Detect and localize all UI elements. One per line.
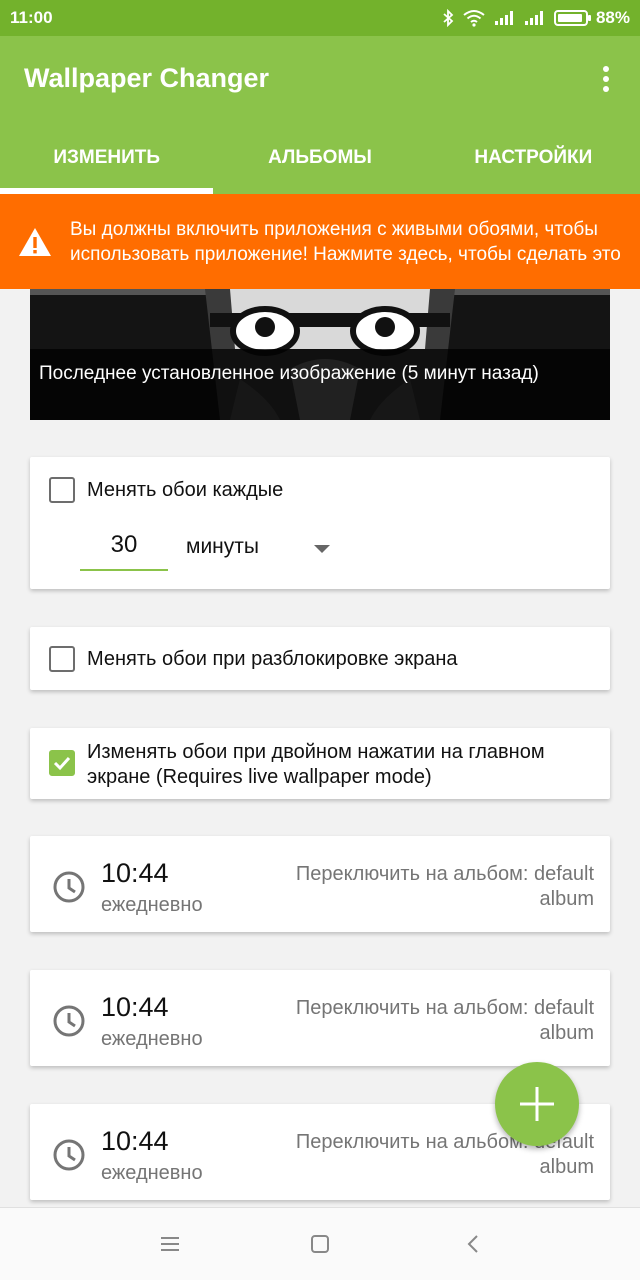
tab-bar: ИЗМЕНИТЬ АЛЬБОМЫ НАСТРОЙКИ	[0, 136, 640, 194]
more-vert-icon[interactable]	[594, 66, 618, 94]
schedule-action: Переключить на альбом: default album	[295, 863, 594, 910]
add-schedule-button[interactable]	[495, 1062, 579, 1146]
schedule-card[interactable]: 10:44 ежедневно Переключить на альбом: d…	[30, 970, 610, 1066]
interval-unit-select[interactable]: минуты	[186, 535, 259, 559]
last-wallpaper-preview[interactable]: Последнее установленное изображение (5 м…	[30, 289, 610, 420]
signal-icon	[494, 11, 513, 25]
clock-icon	[53, 871, 85, 903]
status-icons: 88%	[442, 8, 630, 28]
status-bar: 11:00 88%	[0, 0, 640, 36]
wifi-icon	[463, 10, 485, 27]
live-wallpaper-warning[interactable]: Вы должны включить приложения с живыми о…	[0, 194, 640, 289]
check-icon	[53, 756, 71, 771]
home-icon[interactable]	[310, 1234, 330, 1254]
schedule-time: 10:44	[101, 1126, 169, 1156]
menu-icon[interactable]	[160, 1234, 180, 1254]
warning-text: Вы должны включить приложения с живыми о…	[70, 218, 621, 265]
doubletap-label: Изменять обои при двойном нажатии на гла…	[87, 741, 545, 788]
app-bar: Wallpaper Changer ИЗМЕНИТЬ АЛЬБОМЫ НАСТР…	[0, 36, 640, 194]
schedule-frequency: ежедневно	[101, 894, 203, 916]
signal-icon	[524, 11, 543, 25]
add-icon	[520, 1087, 554, 1121]
schedule-frequency: ежедневно	[101, 1162, 203, 1184]
dropdown-arrow-icon[interactable]	[314, 545, 330, 553]
doubletap-checkbox[interactable]	[49, 750, 75, 776]
schedule-action: Переключить на альбом: default album	[295, 997, 594, 1044]
tab-albums[interactable]: АЛЬБОМЫ	[213, 136, 426, 194]
bluetooth-icon	[443, 9, 454, 27]
tab-change[interactable]: ИЗМЕНИТЬ	[0, 136, 214, 194]
schedule-card[interactable]: 10:44 ежедневно Переключить на альбом: d…	[30, 836, 610, 932]
doubletap-card: Изменять обои при двойном нажатии на гла…	[30, 728, 610, 799]
app-title: Wallpaper Changer	[24, 63, 270, 93]
interval-input-underline	[80, 569, 168, 571]
preview-caption: Последнее установленное изображение (5 м…	[30, 349, 610, 420]
schedule-frequency: ежедневно	[101, 1028, 203, 1050]
interval-label: Менять обои каждые	[87, 479, 284, 501]
schedule-time: 10:44	[101, 858, 169, 888]
system-nav-bar	[0, 1207, 640, 1280]
interval-card: Менять обои каждые 30 минуты	[30, 457, 610, 589]
tab-settings[interactable]: НАСТРОЙКИ	[427, 136, 640, 194]
unlock-checkbox[interactable]	[49, 646, 75, 672]
unlock-label: Менять обои при разблокировке экрана	[87, 648, 458, 670]
clock-icon	[53, 1005, 85, 1037]
battery-icon	[553, 10, 591, 26]
warning-icon	[19, 227, 51, 256]
status-time: 11:00	[10, 8, 53, 27]
back-icon[interactable]	[464, 1234, 484, 1254]
interval-checkbox[interactable]	[49, 477, 75, 503]
schedule-time: 10:44	[101, 992, 169, 1022]
battery-percent: 88%	[595, 8, 630, 27]
clock-icon	[53, 1139, 85, 1171]
unlock-card: Менять обои при разблокировке экрана	[30, 627, 610, 690]
interval-input[interactable]: 30	[80, 531, 168, 559]
